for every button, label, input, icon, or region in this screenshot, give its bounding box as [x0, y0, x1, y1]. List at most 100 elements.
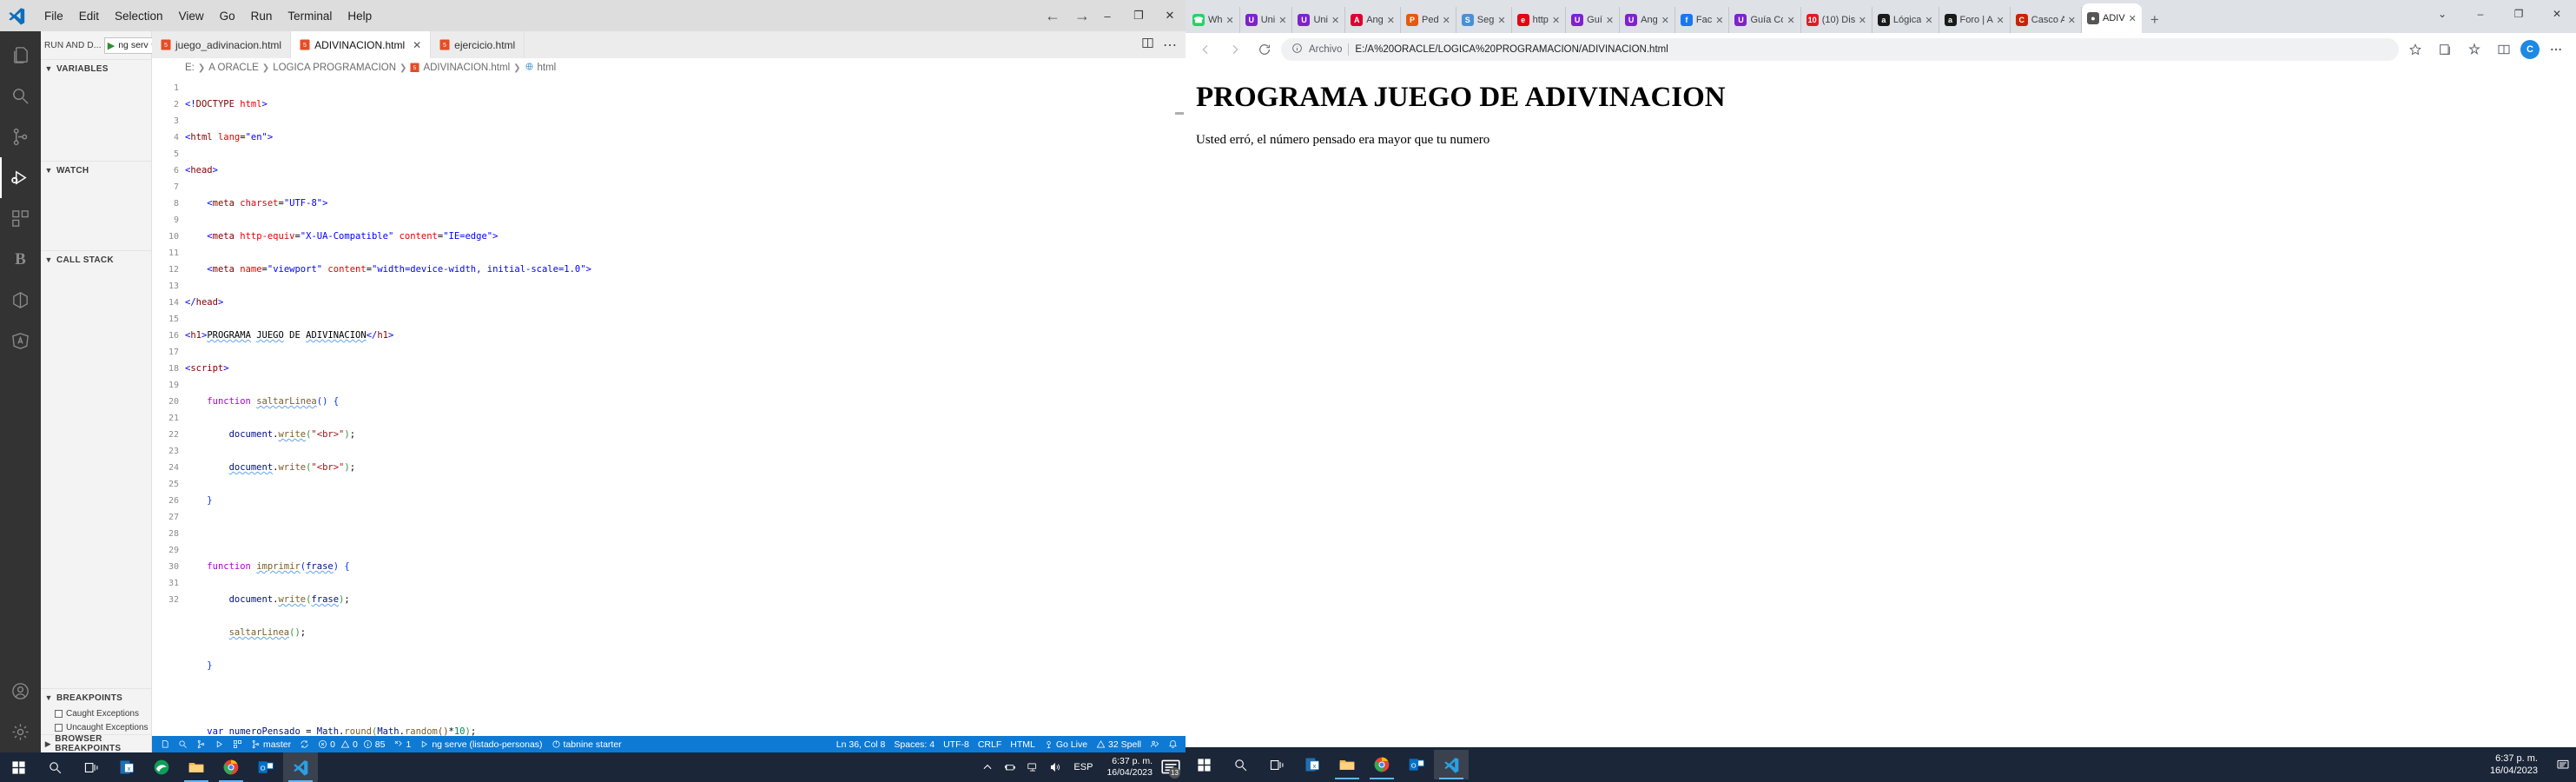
sidebar-section-browser-breakpoints[interactable]: ▶ BROWSER BREAKPOINTS — [41, 734, 151, 753]
menu-view[interactable]: View — [171, 7, 212, 25]
split-screen-icon[interactable] — [2491, 36, 2517, 63]
browser-tab[interactable]: 10 (10) Dis ✕ — [1801, 7, 1873, 33]
tab-list-chevron-icon[interactable]: ⌄ — [2423, 0, 2461, 28]
close-icon[interactable]: ✕ — [1552, 15, 1560, 26]
close-icon[interactable]: ✕ — [1606, 15, 1614, 26]
status-spell-check[interactable]: 32 Spell — [1092, 736, 1146, 752]
status-branch[interactable]: master — [247, 736, 295, 752]
breadcrumb-folder-a-oracle[interactable]: A ORACLE — [208, 63, 259, 73]
browser-tab[interactable]: f Fac ✕ — [1675, 7, 1730, 33]
status-tabnine[interactable]: tabnine starter — [547, 736, 626, 752]
close-button[interactable]: ✕ — [1154, 0, 1186, 31]
start-button-icon[interactable] — [0, 752, 36, 782]
status-notifications-icon[interactable] — [1164, 736, 1182, 752]
breadcrumb-folder-logica[interactable]: LOGICA PROGRAMACION — [273, 63, 396, 73]
status-sync-icon[interactable] — [295, 736, 314, 752]
taskbar-app-file-explorer[interactable] — [179, 752, 214, 782]
status-task[interactable]: ng serve (listado-personas) — [415, 736, 546, 752]
taskbar-app-vscode[interactable] — [283, 752, 318, 782]
taskbar-clock[interactable]: 6:37 p. m. 16/04/2023 — [2490, 752, 2550, 777]
tray-notifications-icon[interactable]: 13 — [1159, 752, 1182, 782]
tray-language[interactable]: ESP — [1067, 762, 1100, 772]
browser-tab[interactable]: a Lógica ✕ — [1873, 7, 1939, 33]
status-eol[interactable]: CRLF — [974, 736, 1006, 752]
menu-help[interactable]: Help — [340, 7, 380, 25]
taskbar-notifications-icon[interactable] — [2550, 747, 2576, 782]
explorer-icon[interactable] — [0, 35, 41, 76]
favorite-star-icon[interactable] — [2402, 36, 2428, 63]
browser-tab[interactable]: U Guí ✕ — [1566, 7, 1621, 33]
task-view-icon[interactable] — [1258, 750, 1295, 779]
taskbar-app-excel[interactable]: x — [1295, 750, 1330, 779]
tray-network-icon[interactable] — [1021, 752, 1044, 782]
bootstrap-icon[interactable]: B — [0, 239, 41, 280]
status-cursor-position[interactable]: Ln 36, Col 8 — [832, 736, 890, 752]
reload-icon[interactable] — [1252, 36, 1278, 63]
close-icon[interactable]: ✕ — [1787, 15, 1794, 26]
menu-go[interactable]: Go — [212, 7, 243, 25]
status-go-live[interactable]: Go Live — [1040, 736, 1092, 752]
close-icon[interactable]: ✕ — [413, 39, 421, 51]
forward-arrow-icon[interactable]: → — [1074, 8, 1090, 23]
checkbox[interactable] — [55, 709, 63, 718]
watch-section-header[interactable]: ▼ WATCH — [41, 162, 151, 179]
extensions-icon[interactable] — [0, 198, 41, 239]
sidebar-section-call-stack[interactable]: ▼ CALL STACK — [41, 250, 151, 343]
tray-clock[interactable]: 6:37 p. m. 16/04/2023 — [1100, 756, 1159, 779]
taskbar-app-chrome[interactable] — [214, 752, 248, 782]
vscode-menubar[interactable]: File Edit Selection View Go Run Terminal… — [36, 7, 380, 25]
menu-file[interactable]: File — [36, 7, 71, 25]
maximize-button[interactable]: ❐ — [2500, 0, 2538, 28]
taskbar-app-excel[interactable]: x — [109, 752, 144, 782]
call-stack-section-header[interactable]: ▼ CALL STACK — [41, 251, 151, 268]
browser-tab[interactable]: U Uni ✕ — [1292, 7, 1346, 33]
menu-run[interactable]: Run — [243, 7, 281, 25]
close-icon[interactable]: ✕ — [2129, 13, 2137, 24]
split-editor-icon[interactable] — [1141, 36, 1154, 54]
status-search-icon[interactable] — [174, 736, 192, 752]
close-icon[interactable]: ✕ — [1443, 15, 1450, 26]
browser-tab[interactable]: ● ADIV ✕ — [2081, 3, 2142, 33]
browser-tab[interactable]: ☎ Wh ✕ — [1187, 7, 1240, 33]
status-debug-icon[interactable] — [210, 736, 228, 752]
task-view-icon[interactable] — [73, 752, 109, 782]
close-icon[interactable]: ✕ — [1278, 15, 1286, 26]
browser-tab[interactable]: U Guía Co ✕ — [1729, 7, 1801, 33]
address-bar[interactable]: Archivo E:/A%20ORACLE/LOGICA%20PROGRAMAC… — [1281, 38, 2399, 61]
accounts-icon[interactable] — [0, 671, 41, 712]
new-tab-button[interactable]: + — [2142, 7, 2168, 33]
breadcrumb-file[interactable]: ADIVINACION.html — [423, 63, 510, 73]
taskbar-app-vscode[interactable] — [1434, 750, 1469, 779]
url-text[interactable]: E:/A%20ORACLE/LOGICA%20PROGRAMACION/ADIV… — [1355, 44, 1668, 55]
close-icon[interactable]: ✕ — [2068, 15, 2076, 26]
forward-icon[interactable] — [1222, 36, 1248, 63]
search-icon[interactable] — [0, 76, 41, 116]
taskbar-app-file-explorer[interactable] — [1330, 750, 1364, 779]
close-icon[interactable]: ✕ — [1715, 15, 1723, 26]
taskbar-app-chrome[interactable] — [1364, 750, 1399, 779]
breadcrumb-symbol-html[interactable]: html — [538, 63, 557, 73]
status-indentation[interactable]: Spaces: 4 — [889, 736, 939, 752]
taskbar-app-edge-legacy[interactable] — [144, 752, 179, 782]
variables-section-header[interactable]: ▼ VARIABLES — [41, 60, 151, 77]
angular-icon[interactable] — [0, 321, 41, 361]
menu-selection[interactable]: Selection — [107, 7, 171, 25]
taskbar-app-outlook[interactable]: O — [1399, 750, 1434, 779]
status-ports[interactable]: 1 — [389, 736, 415, 752]
menu-terminal[interactable]: Terminal — [280, 7, 340, 25]
browser-breakpoints-section-header[interactable]: ▶ BROWSER BREAKPOINTS — [41, 734, 151, 753]
gear-icon[interactable] — [0, 712, 41, 752]
editor-tab-juego-adivinacion[interactable]: 5 juego_adivinacion.html — [152, 31, 292, 58]
minimize-button[interactable]: – — [1092, 0, 1123, 31]
taskbar-app-outlook[interactable]: O — [248, 752, 283, 782]
close-icon[interactable]: ✕ — [1497, 15, 1505, 26]
status-live-share-icon[interactable] — [1146, 736, 1164, 752]
docker-icon[interactable] — [0, 280, 41, 321]
breakpoints-section-header[interactable]: ▼ BREAKPOINTS — [41, 689, 151, 706]
browser-tab[interactable]: U Ang ✕ — [1620, 7, 1675, 33]
close-icon[interactable]: ✕ — [1925, 15, 1932, 26]
close-icon[interactable]: ✕ — [1226, 15, 1234, 26]
status-remote-icon[interactable] — [155, 736, 174, 752]
avatar[interactable]: C — [2520, 40, 2540, 59]
start-debug-icon[interactable]: ▶ — [106, 40, 116, 51]
